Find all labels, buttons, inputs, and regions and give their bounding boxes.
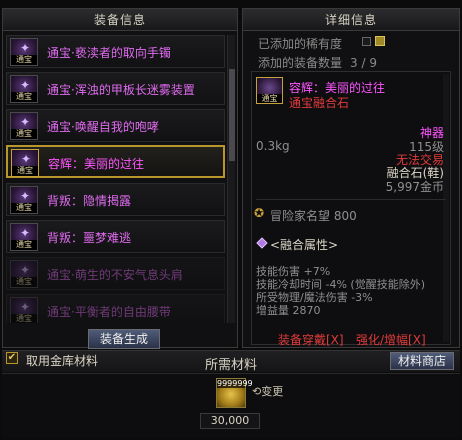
- item-name: 容辉：美丽的过往: [48, 157, 145, 171]
- list-item[interactable]: ✦ 通宝 背叛：隐情揭露: [6, 183, 225, 216]
- swap-icon: ⟲: [252, 385, 262, 398]
- equipment-icon: ✦ 通宝: [10, 75, 38, 103]
- item-name: 背叛：隐情揭露: [47, 194, 132, 208]
- swap-control[interactable]: ⟲变更: [252, 383, 283, 399]
- equipment-info-title: 装备信息: [3, 9, 237, 31]
- equipment-icon: ✦ 通宝: [10, 297, 38, 323]
- gold-material-slot[interactable]: 9999999: [216, 378, 253, 408]
- item-name: 通宝·唤醒自我的咆哮: [47, 120, 159, 134]
- equipment-icon: ✦ 通宝: [10, 260, 38, 288]
- equipment-list: ✦ 通宝 通宝·亵渎者的取向手镯 ✦ 通宝 通宝·浑浊的甲板长迷雾装置 ✦ 通宝 通宝…: [6, 35, 225, 323]
- fame-medal-icon: ✪: [254, 206, 265, 220]
- detail-divider: [256, 199, 446, 200]
- item-name: 背叛：噩梦难逃: [47, 231, 132, 245]
- item-name: 通宝·亵渎者的取向手镯: [47, 46, 171, 60]
- list-item-selected[interactable]: ✦ 通宝 容辉：美丽的过往: [6, 145, 225, 178]
- detail-scrollbar[interactable]: [443, 74, 449, 342]
- fusion-title: <融合属性>: [270, 238, 339, 252]
- equipment-icon: ✦ 通宝: [11, 149, 39, 177]
- list-item[interactable]: ✦ 通宝 通宝·亵渎者的取向手镯: [6, 35, 225, 68]
- item-name: 通宝·浑浊的甲板长迷雾装置: [47, 83, 195, 97]
- rarity-swatch: [375, 36, 385, 46]
- equipment-icon: ✦ 通宝: [10, 112, 38, 140]
- item-name: 通宝·萌生的不安气息头肩: [47, 268, 183, 282]
- equipment-icon: ✦ 通宝: [10, 223, 38, 251]
- rarity-checkbox[interactable]: [362, 37, 371, 46]
- list-scrollbar[interactable]: [227, 35, 235, 323]
- detail-item-icon: 通宝: [256, 77, 283, 104]
- detail-weight: 0.3kg: [256, 139, 290, 153]
- equip-wear-link[interactable]: 装备穿戴[X]: [278, 331, 344, 348]
- material-shop-button[interactable]: 材料商店: [390, 352, 454, 370]
- gold-count: 9999999: [217, 379, 253, 388]
- enhance-link[interactable]: 强化/增幅[X]: [356, 331, 426, 348]
- detail-item-type: 通宝融合石: [289, 96, 350, 110]
- equipment-icon: ✦ 通宝: [10, 38, 38, 66]
- detail-info-title: 详细信息: [243, 9, 459, 31]
- added-count-value: 3 / 9: [350, 56, 377, 70]
- boost-line: 增益量 2870: [256, 304, 321, 317]
- fame-line: 冒险家名望 800: [270, 209, 357, 223]
- list-item[interactable]: ✦ 通宝 通宝·萌生的不安气息头肩: [6, 257, 225, 290]
- equipment-icon: ✦ 通宝: [10, 186, 38, 214]
- added-rarity-label: 已添加的稀有度: [258, 37, 343, 51]
- generate-equipment-button[interactable]: 装备生成: [88, 329, 160, 349]
- swap-label: 变更: [261, 385, 284, 398]
- detail-price: 5,997金币: [385, 180, 444, 194]
- gold-amount: 30,000: [200, 413, 260, 429]
- equipment-info-panel: 装备信息 ✦ 通宝 通宝·亵渎者的取向手镯 ✦ 通宝 通宝·浑浊的甲板长迷雾装置 ✦…: [2, 8, 238, 349]
- list-item[interactable]: ✦ 通宝 通宝·唤醒自我的咆哮: [6, 109, 225, 142]
- added-count-label: 添加的装备数量 3 / 9: [258, 56, 377, 70]
- list-item[interactable]: ✦ 通宝 通宝·浑浊的甲板长迷雾装置: [6, 72, 225, 105]
- item-name: 通宝·平衡者的自由腰带: [47, 305, 171, 319]
- scrollbar-thumb[interactable]: [229, 69, 235, 161]
- list-item[interactable]: ✦ 通宝 通宝·平衡者的自由腰带: [6, 294, 225, 323]
- list-item[interactable]: ✦ 通宝 背叛：噩梦难逃: [6, 220, 225, 253]
